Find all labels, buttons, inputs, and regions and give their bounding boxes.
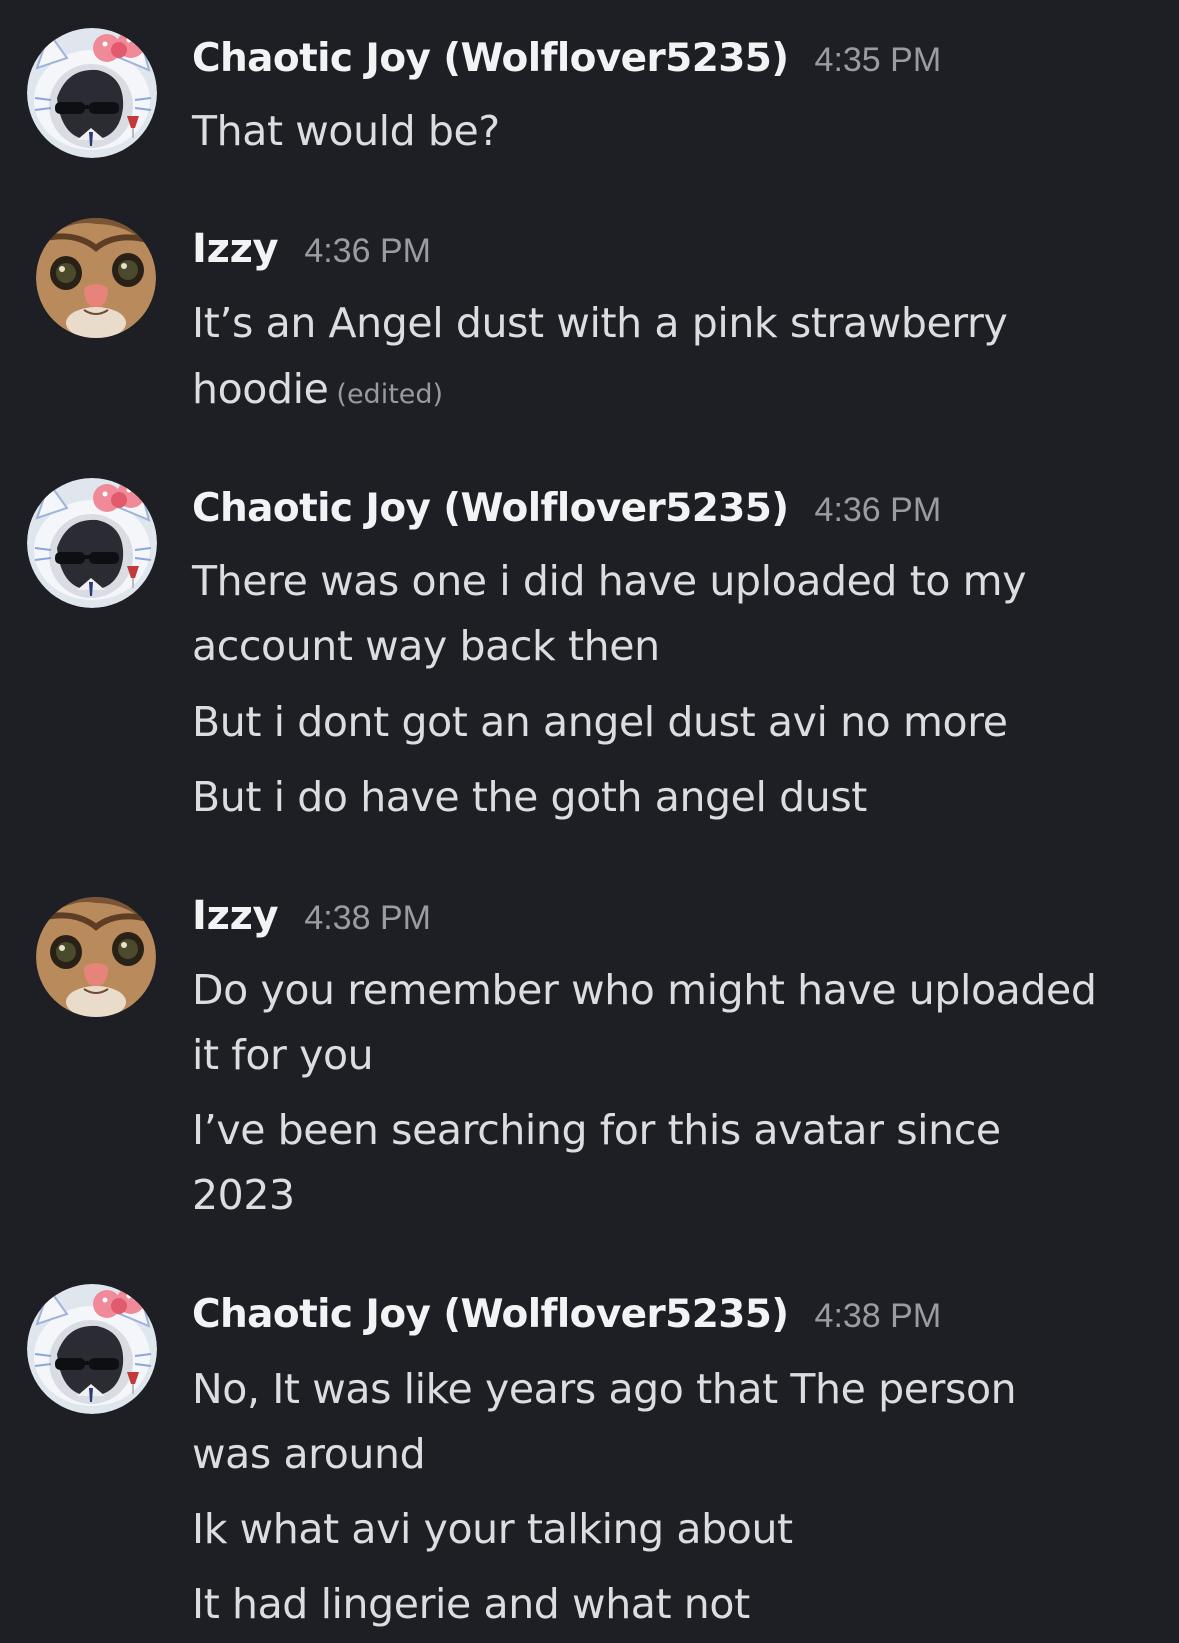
message-text: But i do have the goth angel dust <box>192 773 867 821</box>
message-text: was around <box>192 1430 426 1478</box>
message-text: It’s an Angel dust with a pink strawberr… <box>192 299 1008 347</box>
avatar-izzy[interactable] <box>36 897 156 1017</box>
message-header: Chaotic Joy (Wolflover5235) 4:35 PM <box>192 36 941 96</box>
timestamp: 4:35 PM <box>814 41 942 79</box>
message-text: hoodie <box>192 365 329 413</box>
message-header: Chaotic Joy (Wolflover5235) 4:38 PM <box>192 1292 941 1352</box>
message-text: it for you <box>192 1031 374 1079</box>
hello-kitty-avatar-icon <box>27 478 157 608</box>
avatar-chaotic-joy[interactable] <box>27 1284 157 1414</box>
timestamp: 4:38 PM <box>304 899 431 937</box>
message-header: Izzy 4:36 PM <box>192 226 431 286</box>
edited-tag: (edited) <box>336 379 444 410</box>
timestamp: 4:38 PM <box>814 1297 942 1335</box>
username[interactable]: Chaotic Joy (Wolflover5235) <box>192 1292 789 1337</box>
message-text-edited: hoodie (edited) <box>192 356 1152 428</box>
message-text: That would be? <box>192 107 500 155</box>
avatar-izzy[interactable] <box>36 218 156 338</box>
avatar-chaotic-joy[interactable] <box>27 478 157 608</box>
hello-kitty-avatar-icon <box>27 1284 157 1414</box>
message-text: But i dont got an angel dust avi no more <box>192 698 1008 746</box>
message-text: I’ve been searching for this avatar sinc… <box>192 1106 1001 1154</box>
avatar-chaotic-joy[interactable] <box>27 28 157 158</box>
message-text: There was one i did have uploaded to my <box>192 557 1027 605</box>
hello-kitty-avatar-icon <box>27 28 157 158</box>
message-header: Izzy 4:38 PM <box>192 893 431 953</box>
timestamp: 4:36 PM <box>304 232 431 270</box>
message-text: Ik what avi your talking about <box>192 1505 793 1553</box>
username[interactable]: Izzy <box>192 226 279 272</box>
cat-face-avatar-icon <box>36 218 156 338</box>
username[interactable]: Chaotic Joy (Wolflover5235) <box>192 36 789 81</box>
message-text: 2023 <box>192 1171 295 1219</box>
message-text: Do you remember who might have uploaded <box>192 966 1097 1014</box>
message-text: No, It was like years ago that The perso… <box>192 1365 1017 1413</box>
message-text: account way back then <box>192 622 660 670</box>
cat-face-avatar-icon <box>36 897 156 1017</box>
message-header: Chaotic Joy (Wolflover5235) 4:36 PM <box>192 486 941 546</box>
username[interactable]: Izzy <box>192 893 279 939</box>
message-text: It had lingerie and what not <box>192 1580 750 1628</box>
timestamp: 4:36 PM <box>814 491 942 529</box>
username[interactable]: Chaotic Joy (Wolflover5235) <box>192 486 789 531</box>
